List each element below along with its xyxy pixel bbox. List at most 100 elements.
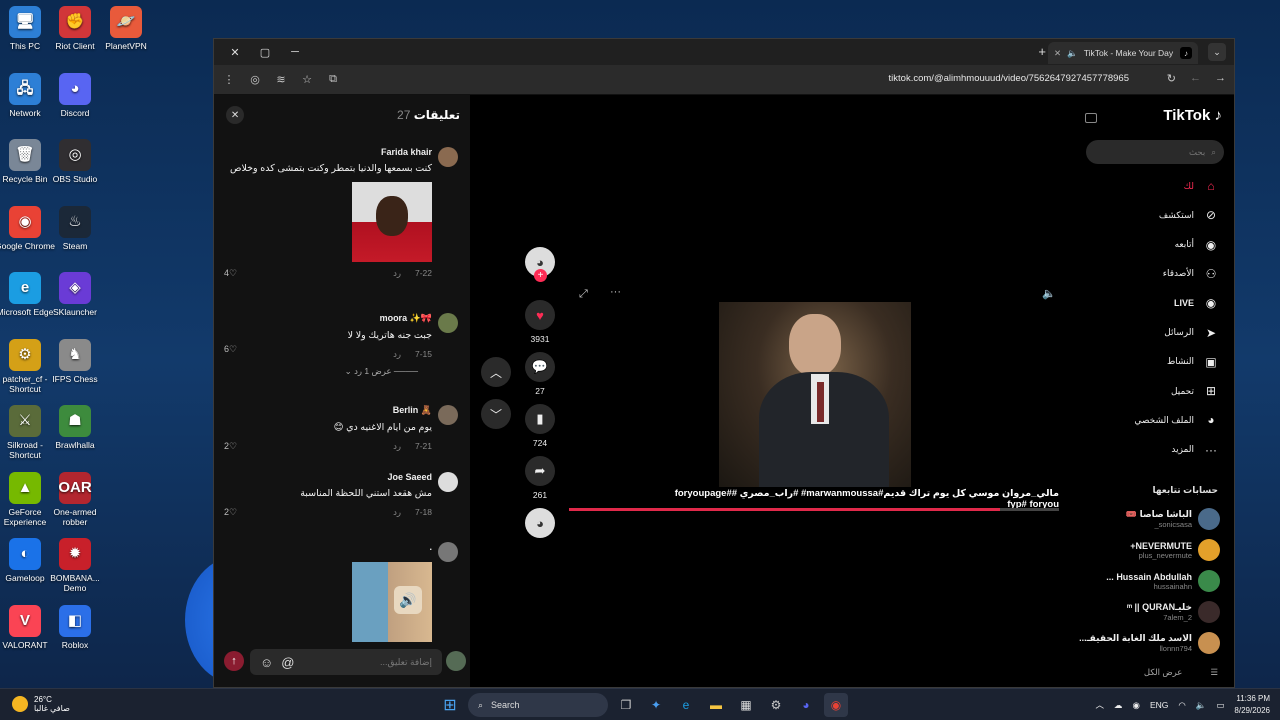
settings-taskbar-icon[interactable]: ⚙ [764, 693, 788, 717]
commenter-avatar[interactable] [438, 313, 458, 333]
file-explorer-icon[interactable]: ▬ [704, 693, 728, 717]
volume-icon[interactable]: 🔈 [1042, 287, 1056, 300]
desktop-shortcut[interactable]: 🪐 PlanetVPN [96, 6, 156, 51]
tab-list-button[interactable]: ⌄ [1208, 43, 1226, 61]
close-comments-button[interactable]: ✕ [226, 106, 244, 124]
comment-like-button[interactable]: 2♡ [224, 441, 237, 452]
edge-taskbar-icon[interactable]: e [674, 693, 698, 717]
copilot-icon[interactable]: ✦ [644, 693, 668, 717]
comment-sticker-image[interactable]: 🔊 [352, 562, 432, 642]
more-options-icon[interactable]: ··· [610, 286, 621, 298]
comment-username[interactable]: 🎀✨ moora [224, 313, 432, 324]
desktop-shortcut[interactable]: ◧ Roblox [45, 604, 105, 650]
store-icon[interactable]: ▦ [734, 693, 758, 717]
nav-item[interactable]: ➤ الرسائل [1164, 324, 1220, 342]
commenter-avatar[interactable] [438, 542, 458, 562]
nav-item[interactable]: ◕ الملف الشخصي [1134, 411, 1220, 429]
language-indicator[interactable]: ENG [1150, 700, 1168, 710]
fullscreen-icon[interactable]: ⤢ [579, 288, 588, 301]
comment-input[interactable]: إضافة تعليق... @ ☺ [250, 649, 442, 675]
like-button[interactable]: ♥ 3931 [524, 300, 556, 344]
wifi-icon[interactable]: ◠ [1178, 700, 1185, 711]
desktop-shortcut[interactable]: ◈ SKlauncher [45, 272, 105, 317]
desktop-shortcut[interactable]: ☗ Brawlhalla [45, 405, 105, 450]
nav-item[interactable]: ⊞ تحميل [1171, 382, 1220, 400]
discord-taskbar-icon[interactable]: ◕ [794, 693, 818, 717]
start-icon[interactable]: ⊞ [438, 693, 462, 717]
desktop-shortcut[interactable]: ✹ BOMBANA... Demo [45, 538, 105, 593]
back-icon[interactable]: ← [1190, 72, 1201, 85]
minimize-window-button[interactable]: ─ [280, 46, 310, 58]
search-icon[interactable]: ⌕ [1211, 147, 1216, 158]
reply-button[interactable]: رد [393, 507, 401, 518]
desktop-shortcut[interactable]: ♨ Steam [45, 205, 105, 251]
nav-item[interactable]: ⌂ لك [1184, 177, 1220, 195]
profile-icon[interactable]: ◎ [248, 73, 262, 86]
comment-username[interactable]: 🧸 Berlin [224, 405, 432, 416]
battery-icon[interactable]: ▭ [1216, 700, 1224, 711]
maximize-window-button[interactable]: ▢ [250, 46, 280, 59]
chrome-taskbar-icon[interactable]: ◉ [824, 693, 848, 717]
nav-item[interactable]: ⊘ استكشف [1159, 206, 1220, 224]
commenter-avatar[interactable] [438, 147, 458, 167]
see-all-link[interactable]: ☰ عرض الكل [1144, 667, 1218, 678]
collapse-sidebar-icon[interactable] [1085, 113, 1097, 123]
extensions-icon[interactable]: ⧉ [326, 73, 340, 86]
comment-button[interactable]: 💬 27 [524, 352, 556, 396]
comment-username[interactable]: Farida khair [224, 147, 432, 157]
speaker-icon[interactable]: 🔈 [1196, 700, 1207, 711]
following-account[interactable]: الاسد ملك الغابة الحقيقـ... llonnn794 [1079, 632, 1220, 654]
desktop-shortcut[interactable]: ◎ OBS Studio [45, 139, 105, 184]
comment-image[interactable] [352, 182, 432, 262]
reply-button[interactable]: رد [393, 441, 401, 452]
video-progress-bar[interactable] [569, 508, 1059, 511]
tab-close-icon[interactable]: ✕ [1054, 48, 1061, 59]
comment-username[interactable]: . [224, 542, 432, 552]
video-player[interactable] [719, 302, 911, 487]
save-button[interactable]: ▮ 724 [524, 404, 556, 448]
reload-icon[interactable]: ↻ [1167, 72, 1176, 85]
next-video-button[interactable]: ﹀ [481, 399, 511, 429]
mute-tab-icon[interactable]: 🔈 [1067, 48, 1078, 59]
tray-overflow-icon[interactable]: ︿ [1096, 699, 1105, 711]
nav-item[interactable]: ◉ أتابعه [1175, 236, 1220, 254]
desktop-shortcut[interactable]: OAR One-armed robber [45, 471, 105, 527]
commenter-avatar[interactable] [438, 472, 458, 492]
desktop-shortcut[interactable]: ♞ IFPS Chess [45, 338, 105, 384]
creator-avatar[interactable]: ◕ + [524, 247, 556, 282]
nav-item[interactable]: ◉ LIVE [1174, 294, 1220, 312]
bookmark-star-icon[interactable]: ☆ [300, 73, 314, 86]
menu-dots-icon[interactable]: ⋮ [222, 73, 236, 86]
comment-like-button[interactable]: 4♡ [224, 268, 237, 279]
commenter-avatar[interactable] [438, 405, 458, 425]
following-account[interactable]: NEVERMUTE+ plus_nevermute [1130, 539, 1220, 561]
tray-app-icon[interactable]: ◉ [1133, 700, 1140, 711]
tray-cloud-icon[interactable]: ☁ [1114, 700, 1123, 711]
forward-icon[interactable]: → [1215, 72, 1226, 85]
tab-tiktok[interactable]: ✕ 🔈 TikTok - Make Your Day ♪ [1048, 42, 1198, 64]
sound-avatar[interactable]: ◕ [524, 508, 556, 542]
tiktok-logo[interactable]: ♪ TikTok [1163, 107, 1222, 124]
send-comment-button[interactable]: ↑ [224, 651, 244, 671]
comment-like-button[interactable]: 2♡ [224, 507, 237, 518]
reply-button[interactable]: رد [393, 268, 401, 279]
nav-item[interactable]: ··· المزيد [1171, 441, 1220, 459]
weather-widget[interactable]: 26°C صافي غالبا [12, 695, 70, 713]
new-tab-button[interactable]: + [1038, 44, 1046, 59]
previous-video-button[interactable]: ︿ [481, 357, 511, 387]
following-account[interactable]: خليـᵐ || QURAN 7alem_2 [1127, 601, 1220, 623]
desktop-shortcut[interactable]: ◕ Discord [45, 72, 105, 118]
comment-username[interactable]: Joe Saeed [224, 472, 432, 482]
reading-list-icon[interactable]: ≋ [274, 73, 288, 86]
emoji-icon[interactable]: ☺ [260, 655, 273, 670]
nav-item[interactable]: ⚇ الأصدقاء [1163, 265, 1220, 283]
view-replies-button[interactable]: ──── عرض 1 رد ⌄ [224, 366, 418, 377]
share-button[interactable]: ➦ 261 [524, 456, 556, 500]
url-field[interactable]: tiktok.com/@alimhmouuud/video/7562647927… [889, 73, 1129, 84]
nav-item[interactable]: ▣ النشاط [1167, 353, 1220, 371]
following-account[interactable]: Hussain Abdullah ... hussainahn [1106, 570, 1220, 592]
comment-like-button[interactable]: 6♡ [224, 344, 237, 355]
reply-button[interactable]: رد [393, 349, 401, 360]
following-account[interactable]: الباشا صاصا 🎟️ sonicsasa_ [1126, 508, 1220, 530]
close-window-button[interactable]: ✕ [220, 46, 250, 59]
